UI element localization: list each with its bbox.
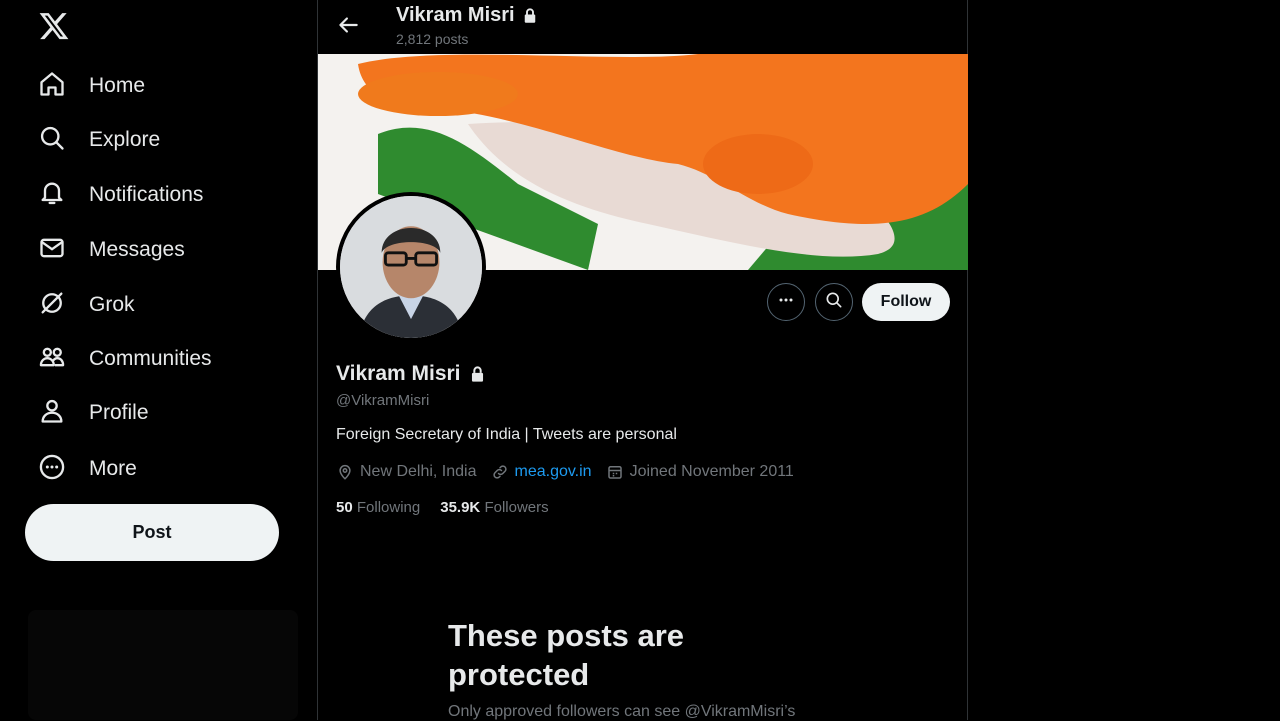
profile-bio: Foreign Secretary of India | Tweets are … bbox=[336, 426, 677, 443]
nav-label: Profile bbox=[89, 401, 149, 424]
envelope-icon bbox=[38, 234, 66, 267]
profile-handle: @VikramMisri bbox=[336, 392, 430, 409]
search-icon bbox=[824, 290, 844, 315]
account-switcher[interactable] bbox=[28, 610, 298, 720]
link-icon bbox=[491, 463, 515, 481]
nav-notifications[interactable]: Notifications bbox=[38, 175, 203, 215]
location-item: New Delhi, India bbox=[336, 463, 477, 481]
nav-label: Communities bbox=[89, 347, 212, 370]
x-logo-icon[interactable] bbox=[38, 10, 70, 42]
avatar[interactable] bbox=[336, 192, 486, 342]
nav-label: Grok bbox=[89, 293, 135, 316]
sidebar: Home Explore Notifications Messages Grok… bbox=[0, 0, 317, 720]
nav-label: Messages bbox=[89, 238, 185, 261]
header-name-row: Vikram Misri bbox=[396, 4, 539, 27]
profile-name-row: Vikram Misri bbox=[336, 362, 487, 386]
nav-grok[interactable]: Grok bbox=[38, 285, 135, 325]
calendar-icon bbox=[606, 463, 630, 481]
lock-icon bbox=[468, 365, 487, 384]
following-link[interactable]: 50 Following bbox=[336, 499, 420, 516]
grok-icon bbox=[38, 289, 66, 322]
back-arrow-icon[interactable] bbox=[335, 12, 361, 38]
post-count: 2,812 posts bbox=[396, 31, 469, 47]
avatar-image bbox=[340, 196, 482, 338]
lock-icon bbox=[521, 7, 539, 25]
nav-label: Home bbox=[89, 74, 146, 97]
website-link[interactable]: mea.gov.in bbox=[515, 463, 592, 481]
home-icon bbox=[38, 70, 66, 103]
search-profile-button[interactable] bbox=[815, 283, 853, 321]
protected-subtitle: Only approved followers can see @VikramM… bbox=[448, 703, 796, 720]
followers-label: Followers bbox=[484, 499, 549, 516]
joined-text: Joined November 2011 bbox=[629, 463, 794, 480]
person-icon bbox=[38, 397, 66, 430]
nav-home[interactable]: Home bbox=[38, 66, 145, 106]
website-item: mea.gov.in bbox=[491, 463, 592, 481]
profile-meta: New Delhi, India mea.gov.in Joined Novem… bbox=[336, 463, 808, 481]
communities-icon bbox=[38, 343, 66, 376]
followers-count: 35.9K bbox=[440, 499, 481, 516]
profile-header: Vikram Misri 2,812 posts bbox=[318, 0, 968, 53]
nav-label: More bbox=[89, 457, 137, 480]
profile-name: Vikram Misri bbox=[336, 362, 461, 385]
profile-column: Vikram Misri 2,812 posts Follow Vikram M… bbox=[317, 0, 968, 720]
search-icon bbox=[38, 124, 66, 157]
more-options-button[interactable] bbox=[767, 283, 805, 321]
nav-explore[interactable]: Explore bbox=[38, 120, 160, 160]
more-circle-icon bbox=[38, 453, 66, 486]
profile-stats: 50 Following 35.9K Followers bbox=[336, 499, 569, 516]
header-name: Vikram Misri bbox=[396, 4, 515, 26]
nav-messages[interactable]: Messages bbox=[38, 230, 185, 270]
nav-communities[interactable]: Communities bbox=[38, 339, 212, 379]
joined-item: Joined November 2011 bbox=[606, 463, 794, 481]
bell-icon bbox=[38, 179, 66, 212]
protected-title: These posts are protected bbox=[448, 618, 685, 692]
location-text: New Delhi, India bbox=[360, 463, 477, 480]
following-count: 50 bbox=[336, 499, 353, 516]
location-pin-icon bbox=[336, 463, 360, 481]
nav-more[interactable]: More bbox=[38, 449, 137, 489]
nav-profile[interactable]: Profile bbox=[38, 393, 149, 433]
followers-link[interactable]: 35.9K Followers bbox=[440, 499, 548, 516]
nav-label: Explore bbox=[89, 128, 161, 151]
nav-label: Notifications bbox=[89, 183, 204, 206]
post-button[interactable]: Post bbox=[25, 504, 279, 561]
following-label: Following bbox=[356, 499, 421, 516]
ellipsis-icon bbox=[776, 290, 796, 315]
follow-button[interactable]: Follow bbox=[862, 283, 950, 321]
